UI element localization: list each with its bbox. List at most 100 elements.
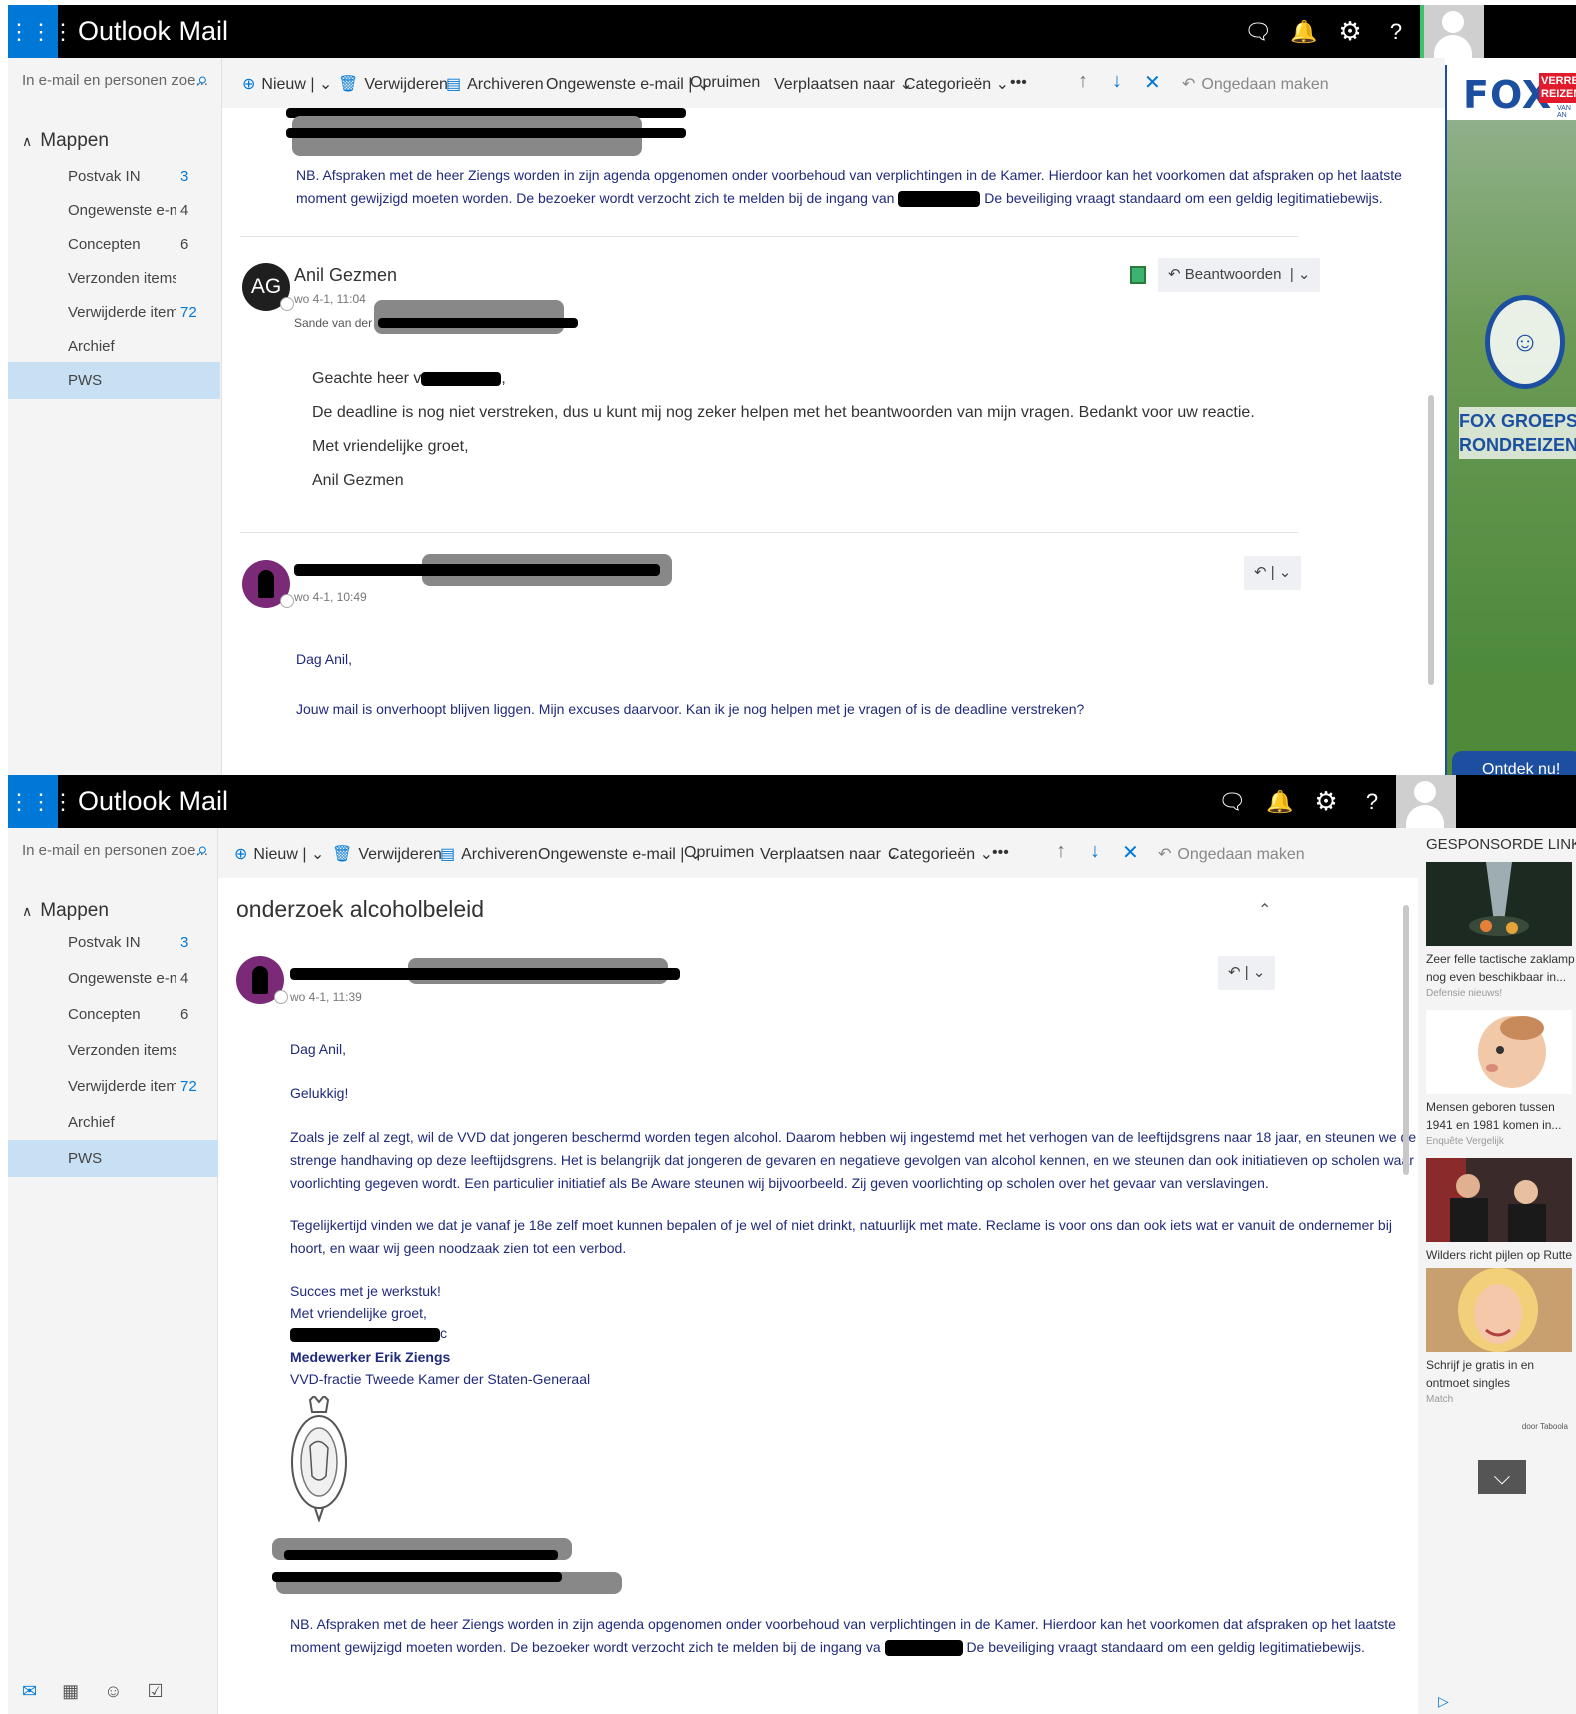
close-icon[interactable]: ✕ bbox=[1144, 70, 1161, 95]
sender-avatar[interactable]: AG bbox=[242, 263, 294, 311]
categories-button[interactable]: Categorieën ⌄ bbox=[888, 844, 993, 864]
presence-icon bbox=[280, 297, 294, 311]
fox-advertisement[interactable]: FOX VERRE REIZEN VAN AN ☺ FOX GROEPSROND… bbox=[1445, 65, 1576, 775]
folders-heading[interactable]: ∧ Mappen bbox=[22, 130, 109, 152]
folder-junk[interactable]: Ongewenste e-mail4 bbox=[8, 192, 220, 229]
tasks-icon[interactable]: ☑ bbox=[148, 1681, 164, 1701]
dating-ad-image[interactable] bbox=[1426, 1268, 1572, 1352]
new-button[interactable]: ⊕ Nieuw | ⌄ bbox=[234, 844, 324, 864]
app-launcher-icon[interactable]: ⋮⋮⋮ bbox=[8, 775, 74, 828]
people-icon[interactable]: ☺ bbox=[104, 1681, 122, 1701]
chevron-down-icon[interactable]: ⌵ bbox=[1478, 1460, 1526, 1494]
ad-caption[interactable]: Wilders richt pijlen op Rutte bbox=[1426, 1246, 1576, 1264]
help-icon[interactable]: ? bbox=[1350, 775, 1394, 828]
move-to-button[interactable]: Verplaatsen naar ⌄ bbox=[774, 74, 913, 94]
folder-sent[interactable]: Verzonden items bbox=[8, 260, 220, 297]
folder-sent[interactable]: Verzonden items bbox=[8, 1032, 220, 1069]
nb-note-line1: NB. Afspraken met de heer Ziengs worden … bbox=[290, 1616, 1396, 1632]
move-to-button[interactable]: Verplaatsen naar ⌄ bbox=[760, 844, 899, 864]
presence-icon bbox=[280, 594, 294, 608]
reply-button[interactable]: ↶ | ⌄ bbox=[1218, 956, 1276, 990]
ad-caption[interactable]: Schrijf je gratis in en ontmoet singles bbox=[1426, 1356, 1576, 1392]
ad-caption[interactable]: Zeer felle tactische zaklamp nog even be… bbox=[1426, 950, 1576, 986]
folder-junk[interactable]: Ongewenste e-mail4 bbox=[8, 960, 220, 997]
folder-pws[interactable]: PWS bbox=[8, 362, 220, 399]
junk-button[interactable]: Ongewenste e-mail | ⌄ bbox=[546, 74, 710, 94]
bell-icon[interactable]: 🔔 bbox=[1258, 775, 1302, 828]
redaction bbox=[290, 1328, 440, 1342]
search-icon[interactable]: ⌕ bbox=[197, 839, 208, 862]
arrow-up-icon[interactable]: ↑ bbox=[1078, 70, 1088, 93]
categories-button[interactable]: Categorieën ⌄ bbox=[904, 74, 1009, 94]
reply-button[interactable]: ↶ | ⌄ bbox=[1244, 556, 1302, 590]
scrollbar[interactable] bbox=[1428, 395, 1434, 685]
new-button[interactable]: ⊕ Nieuw | ⌄ bbox=[242, 74, 332, 94]
bell-icon[interactable]: 🔔 bbox=[1282, 5, 1326, 58]
delete-button[interactable]: 🗑 Verwijderen bbox=[338, 74, 448, 94]
group-icon: ☺ bbox=[1485, 295, 1565, 389]
more-button[interactable]: ••• bbox=[992, 844, 1009, 862]
arrow-down-icon[interactable]: ↓ bbox=[1090, 840, 1100, 863]
ad-source: Match bbox=[1426, 1394, 1454, 1405]
message-time: wo 4-1, 10:49 bbox=[294, 590, 367, 604]
adchoices-icon[interactable]: ▷ bbox=[1438, 1693, 1449, 1710]
person-icon bbox=[252, 966, 268, 994]
mail-icon[interactable]: ✉ bbox=[22, 1681, 37, 1701]
app-launcher-icon[interactable]: ⋮⋮⋮ bbox=[8, 5, 74, 58]
undo-button[interactable]: ↶ Ongedaan maken bbox=[1158, 844, 1305, 864]
delete-button[interactable]: 🗑 Verwijderen bbox=[332, 844, 442, 864]
ad-caption[interactable]: Mensen geboren tussen 1941 en 1981 komen… bbox=[1426, 1098, 1576, 1134]
junk-button[interactable]: Ongewenste e-mail | ⌄ bbox=[538, 844, 702, 864]
search-icon[interactable]: ⌕ bbox=[197, 69, 208, 92]
folder-archive[interactable]: Archief bbox=[8, 1104, 220, 1141]
ad-provider[interactable]: door Taboola bbox=[1522, 1422, 1568, 1431]
close-icon[interactable]: ✕ bbox=[1122, 840, 1139, 865]
folders-heading[interactable]: ∧ Mappen bbox=[22, 900, 109, 922]
gear-icon[interactable]: ⚙ bbox=[1304, 775, 1348, 828]
user-avatar[interactable] bbox=[1396, 775, 1456, 828]
archive-button[interactable]: ▤ Archiveren bbox=[446, 74, 544, 94]
archive-button[interactable]: ▤ Archiveren bbox=[440, 844, 538, 864]
command-bar: ⊕ Nieuw | ⌄ 🗑 Verwijderen ▤ Archiveren Onge… bbox=[222, 58, 1445, 108]
nb-note-line2: moment gewijzigd moeten worden. De bezoe… bbox=[296, 190, 1383, 208]
user-avatar[interactable] bbox=[1424, 5, 1484, 58]
nb-note-line2: moment gewijzigd moeten worden. De bezoe… bbox=[290, 1639, 1365, 1657]
search-input[interactable]: In e-mail en personen zoe... ⌕ bbox=[22, 839, 208, 864]
folder-inbox[interactable]: Postvak IN 3 bbox=[8, 924, 220, 961]
folder-inbox[interactable]: Postvak IN 3 bbox=[8, 158, 220, 195]
folder-deleted[interactable]: Verwijderde items 72 bbox=[8, 1068, 220, 1105]
calendar-icon[interactable]: ▦ bbox=[62, 1681, 79, 1701]
undo-button[interactable]: ↶ Ongedaan maken bbox=[1182, 74, 1329, 94]
nb-note-line1: NB. Afspraken met de heer Ziengs worden … bbox=[296, 167, 1402, 183]
reply-icon: ↶ bbox=[1168, 266, 1185, 283]
chat-icon[interactable]: 🗨 bbox=[1236, 5, 1280, 58]
help-icon[interactable]: ? bbox=[1374, 5, 1418, 58]
folder-drafts[interactable]: Concepten 6 bbox=[8, 226, 220, 263]
sender-avatar[interactable] bbox=[236, 956, 288, 1004]
arrow-up-icon[interactable]: ↑ bbox=[1056, 840, 1066, 863]
sweep-button[interactable]: Opruimen bbox=[684, 844, 754, 862]
folder-deleted[interactable]: Verwijderde items 72 bbox=[8, 294, 220, 331]
folder-drafts[interactable]: Concepten 6 bbox=[8, 996, 220, 1033]
reply-button[interactable]: ↶ Beantwoorden | ⌄ bbox=[1158, 258, 1321, 292]
flashlight-ad-image[interactable] bbox=[1426, 862, 1572, 946]
politicians-ad-image[interactable] bbox=[1426, 1158, 1572, 1242]
chat-icon[interactable]: 🗨 bbox=[1210, 775, 1254, 828]
folder-pws[interactable]: PWS bbox=[8, 1140, 220, 1177]
baby-ad-image[interactable] bbox=[1426, 1010, 1572, 1094]
sweep-button[interactable]: Opruimen bbox=[690, 74, 760, 92]
sender-avatar[interactable] bbox=[242, 560, 294, 608]
ad-cta-button[interactable]: Ontdek nu! bbox=[1452, 751, 1576, 775]
sponsored-header: GESPONSORDE LINKS bbox=[1426, 836, 1576, 853]
arrow-down-icon[interactable]: ↓ bbox=[1112, 70, 1122, 93]
folder-archive[interactable]: Archief bbox=[8, 328, 220, 365]
collapse-icon[interactable]: ⌃ bbox=[1258, 900, 1271, 920]
search-input[interactable]: In e-mail en personen zoe... ⌕ bbox=[22, 69, 208, 94]
signature-name: Medewerker Erik Ziengs bbox=[290, 1349, 451, 1365]
message-body-line: Dag Anil, bbox=[296, 651, 353, 667]
scrollbar[interactable] bbox=[1403, 905, 1409, 1175]
evernote-icon[interactable] bbox=[1130, 266, 1146, 284]
more-button[interactable]: ••• bbox=[1010, 74, 1027, 92]
gear-icon[interactable]: ⚙ bbox=[1328, 5, 1372, 58]
sender-name[interactable]: Anil Gezmen bbox=[294, 265, 397, 286]
